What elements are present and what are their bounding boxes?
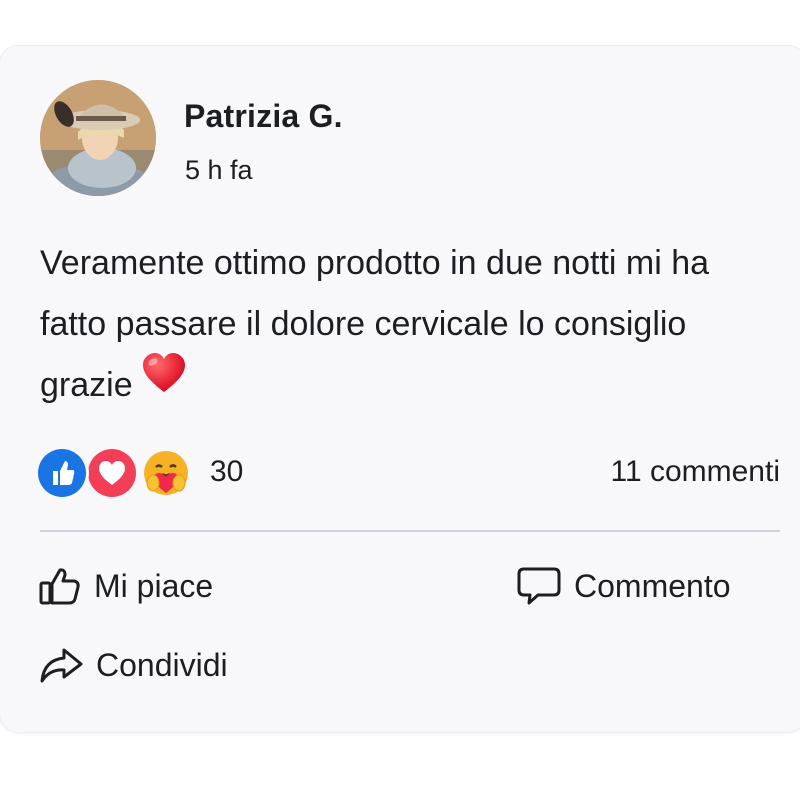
like-reaction-icon <box>38 449 86 497</box>
comment-button[interactable]: Commento <box>516 566 731 606</box>
post-timestamp[interactable]: 5 h fa <box>185 155 253 186</box>
comment-count[interactable]: 11 commenti <box>610 455 780 489</box>
reaction-count[interactable]: 30 <box>210 455 243 489</box>
like-button[interactable]: Mi piace <box>38 566 213 606</box>
author-name[interactable]: Patrizia G. <box>184 98 343 135</box>
share-button-label: Condividi <box>96 646 228 683</box>
profile-photo <box>40 80 156 196</box>
share-button[interactable]: Condividi <box>38 646 228 684</box>
reaction-icons[interactable] <box>38 449 208 501</box>
comment-button-label: Commento <box>574 567 731 604</box>
care-reaction-icon <box>142 449 190 497</box>
avatar[interactable] <box>40 80 156 196</box>
like-button-label: Mi piace <box>94 567 214 604</box>
red-heart-icon <box>141 352 187 414</box>
thumbs-up-icon <box>38 566 82 606</box>
share-arrow-icon <box>38 646 84 684</box>
love-reaction-icon <box>88 449 136 497</box>
comment-bubble-icon <box>516 566 562 606</box>
post-text: Veramente ottimo prodotto in due notti m… <box>40 233 780 418</box>
divider <box>40 530 780 532</box>
